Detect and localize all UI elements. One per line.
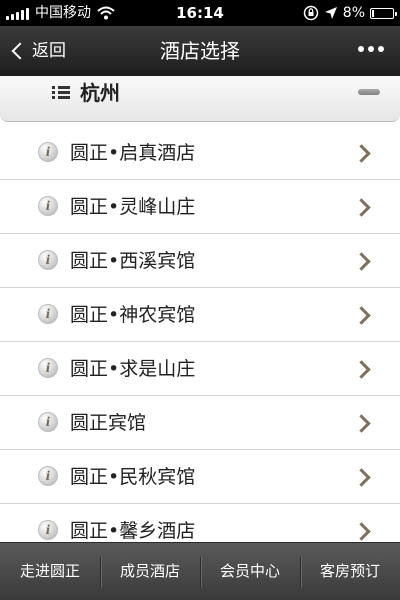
more-dots-icon [358,46,364,52]
hotel-list-item[interactable]: i 圆正•求是山庄 [0,342,400,396]
more-dot [378,46,384,52]
status-right: 8% [303,4,397,22]
hotel-list: i 圆正•启真酒店 i 圆正•灵峰山庄 i 圆正•西溪宾馆 i 圆正•神农宾馆 i 圆正•求是山庄… [0,126,400,558]
battery-icon [370,7,397,19]
chevron-right-icon [352,468,371,487]
hotel-name: 圆正•求是山庄 [70,358,196,380]
info-icon: i [38,142,58,162]
battery-fill [372,9,374,17]
hotel-list-item[interactable]: i 圆正宾馆 [0,396,400,450]
tab-bar: 走进圆正 成员酒店 会员中心 客房预订 [0,542,400,600]
tab-item[interactable]: 会员中心 [200,543,300,600]
chevron-right-icon [352,306,371,325]
chevron-right-icon [352,522,371,541]
more-button[interactable] [358,46,384,52]
info-icon: i [38,466,58,486]
hotel-list-item[interactable]: i 圆正•灵峰山庄 [0,180,400,234]
rotation-lock-icon [303,5,319,21]
info-icon: i [38,520,58,540]
hotel-name: 圆正•启真酒店 [70,142,196,164]
chevron-right-icon [352,144,371,163]
tab-item[interactable]: 走进圆正 [0,543,100,600]
info-icon: i [38,304,58,324]
hotel-list-item[interactable]: i 圆正•西溪宾馆 [0,234,400,288]
back-button[interactable]: 返回 [10,36,66,66]
section-header[interactable]: 杭州 [0,76,400,122]
more-dot [368,46,374,52]
info-icon: i [38,196,58,216]
section-title: 杭州 [80,81,120,105]
battery-percent: 8% [342,5,365,21]
hotel-name: 圆正•西溪宾馆 [70,250,196,272]
info-icon: i [38,412,58,432]
tab-item[interactable]: 客房预订 [300,543,400,600]
hotel-list-item[interactable]: i 圆正•民秋宾馆 [0,450,400,504]
hotel-name: 圆正宾馆 [70,412,147,434]
chevron-right-icon [352,198,371,217]
location-arrow-icon [324,7,337,19]
hotel-list-item[interactable]: i 圆正•神农宾馆 [0,288,400,342]
chevron-left-icon [11,42,29,60]
nav-bar: 返回 酒店选择 [0,26,400,76]
back-label: 返回 [32,41,66,61]
hotel-name: 圆正•神农宾馆 [70,304,196,326]
chevron-right-icon [352,414,371,433]
tab-item[interactable]: 成员酒店 [100,543,200,600]
hotel-name: 圆正•灵峰山庄 [70,196,196,218]
chevron-right-icon [352,252,371,271]
info-icon: i [38,250,58,270]
collapse-bar-icon[interactable] [358,89,380,95]
hotel-list-item[interactable]: i 圆正•启真酒店 [0,126,400,180]
chevron-right-icon [352,360,371,379]
status-bar: 中国移动 16:14 8% [0,0,400,26]
screen: 中国移动 16:14 8% 返回 酒店选择 杭州 i 圆正•启真酒店 i 圆正•… [0,0,400,600]
info-icon: i [38,358,58,378]
hotel-name: 圆正•民秋宾馆 [70,466,196,488]
list-icon [52,86,70,100]
